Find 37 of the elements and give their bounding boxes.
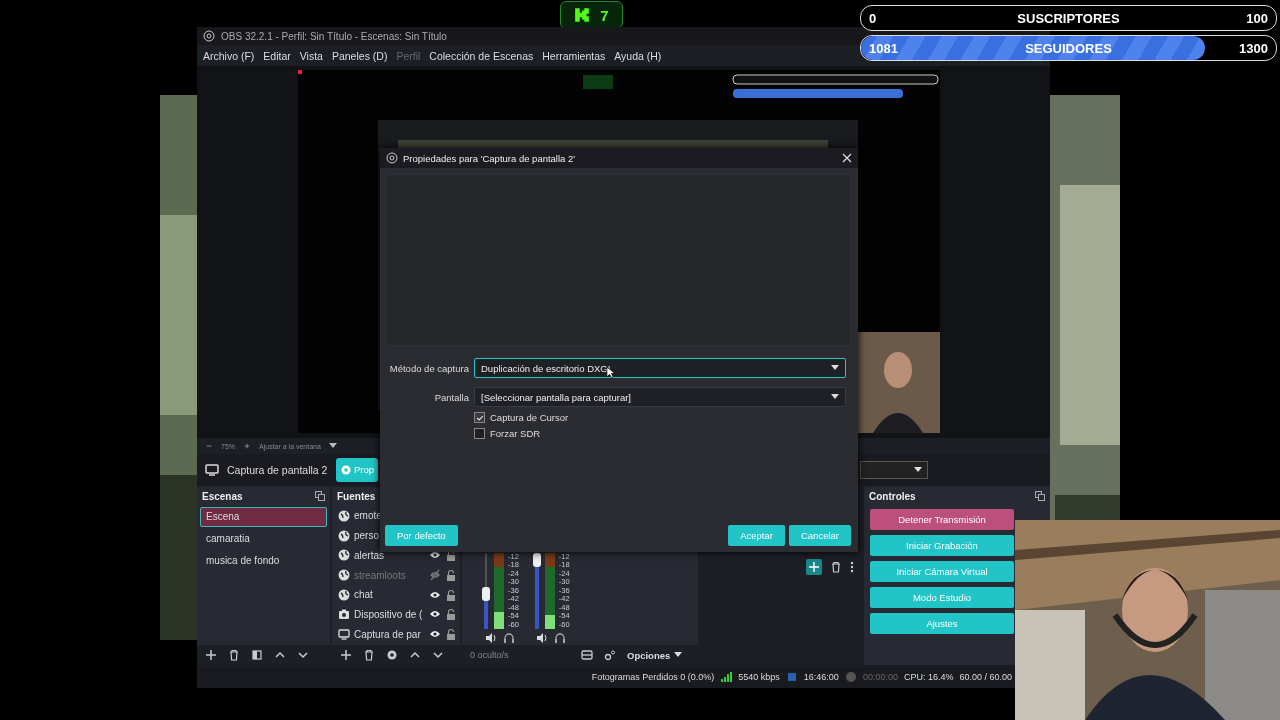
options-button[interactable]: Opciones [627, 649, 683, 661]
menu-item[interactable]: Vista [299, 49, 323, 62]
app-logo-icon [203, 30, 215, 42]
trash-icon[interactable] [363, 649, 375, 661]
goal-label: SEGUIDORES [1025, 40, 1112, 56]
viewer-count: 7 [600, 6, 609, 24]
frame-rate: 60.00 / 60.00 [959, 671, 1012, 682]
dropped-frames: Fotogramas Perdidos 0 (0.0%) [591, 671, 715, 682]
record-time: 00:00:00 [862, 671, 898, 682]
hidden-count: 0 oculto/s [470, 650, 510, 660]
menu-item[interactable]: Ayuda (H) [614, 49, 662, 62]
gear-icon[interactable] [386, 649, 398, 661]
caret-icon [674, 652, 683, 658]
bitrate: 5540 kbps [738, 671, 780, 682]
menu-item[interactable]: Paneles (D) [331, 49, 388, 62]
gears-icon[interactable] [604, 649, 616, 661]
record-icon [844, 670, 857, 683]
goal-target: 100 [1246, 10, 1268, 26]
goal-start: 1081 [869, 40, 898, 56]
filter-icon[interactable] [251, 649, 263, 661]
stream-icon [785, 670, 798, 683]
menu-item[interactable]: Editar [263, 49, 291, 62]
cpu-usage: CPU: 16.4% [903, 671, 954, 682]
stream-time: 16:46:00 [803, 671, 839, 682]
menu-item[interactable]: Herramientas [542, 49, 606, 62]
menu-item[interactable]: Colección de Escenas [429, 49, 534, 62]
add-icon[interactable] [340, 649, 352, 661]
trash-icon[interactable] [228, 649, 240, 661]
add-icon[interactable] [205, 649, 217, 661]
menu-item[interactable]: Archivo (F) [203, 49, 255, 62]
signal-bars-icon [720, 670, 733, 683]
goal-start: 0 [869, 10, 877, 26]
k-logo-icon [574, 7, 591, 23]
layout-icon[interactable] [581, 649, 593, 661]
window-title: OBS 32.2.1 - Perfil: Sin Título - Escenas: Sin Título [221, 30, 447, 42]
goal-target: 1300 [1239, 40, 1268, 56]
goal-label: SUSCRIPTORES [1017, 10, 1120, 26]
